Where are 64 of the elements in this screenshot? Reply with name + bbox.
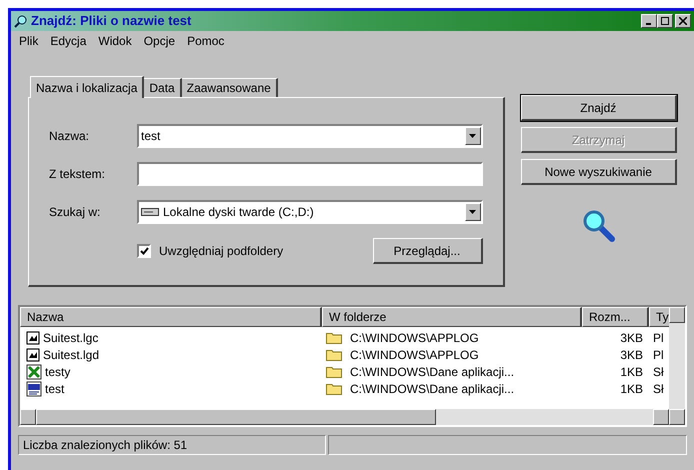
dropdown-button[interactable] (464, 127, 480, 145)
drive-icon (141, 207, 159, 217)
table-cell: Sł (653, 382, 664, 396)
spreadsheet-icon (26, 364, 42, 380)
column-header[interactable]: W folderze (322, 307, 582, 327)
horizontal-scrollbar[interactable] (20, 409, 669, 425)
action-button[interactable]: Znajdź (520, 95, 677, 121)
table-cell: Pl (653, 330, 664, 344)
menu-item[interactable]: Edycja (50, 32, 86, 50)
maximize-icon (661, 17, 669, 25)
location-value: Lokalne dyski twarde (C:,D:) (163, 204, 314, 221)
caret-icon (469, 210, 476, 214)
checkbox-label: Uwzględniaj podfoldery (159, 243, 284, 260)
tab[interactable]: Zaawansowane (182, 78, 278, 97)
menu-item[interactable]: Plik (19, 32, 38, 50)
browse-button[interactable]: Przeglądaj... (372, 238, 482, 264)
table-cell-text: 3KB (620, 330, 643, 346)
table-cell-text: C:\WINDOWS\APPLOG (350, 330, 479, 346)
action-button[interactable]: Nowe wyszukiwanie (520, 159, 677, 185)
folder-icon (326, 382, 342, 395)
find-icon (14, 14, 28, 28)
file-icon (26, 330, 40, 344)
table-cell-text: C:\WINDOWS\APPLOG (350, 346, 479, 364)
status-bar: Liczba znalezionych plików: 51 (18, 435, 326, 455)
vertical-scrollbar[interactable] (669, 307, 685, 425)
close-icon (679, 17, 687, 25)
table-cell-text: 1KB (620, 380, 643, 398)
table-cell-text: Suitest.lgc (43, 330, 98, 346)
location-combobox[interactable]: Lokalne dyski twarde (C:,D:) (137, 200, 482, 224)
folder-icon (326, 365, 342, 378)
window-title: Znajdź: Pliki o nazwie test (31, 12, 192, 30)
field-label: Szukaj w: (49, 204, 102, 221)
minimize-button[interactable] (641, 14, 657, 28)
text-field[interactable] (137, 162, 482, 186)
folder-icon (326, 331, 342, 344)
name-combobox[interactable]: test (137, 124, 482, 148)
table-cell-text: C:\WINDOWS\Dane aplikacji... (350, 364, 514, 380)
column-header[interactable]: Nazwa (20, 307, 322, 327)
close-button[interactable] (675, 14, 691, 28)
table-cell-text: Suitest.lgd (43, 346, 100, 364)
file-icon (26, 348, 40, 362)
dropdown-button[interactable] (464, 203, 480, 221)
table-cell: Pl (653, 348, 664, 362)
table-cell-text: test (45, 380, 64, 398)
table-cell-text: C:\WINDOWS\Dane aplikacji... (350, 380, 514, 398)
table-cell-text: 1KB (620, 364, 643, 380)
checkbox[interactable] (137, 244, 151, 258)
maximize-button[interactable] (657, 14, 673, 28)
menu-item[interactable]: Widok (98, 32, 132, 50)
menu-item[interactable]: Opcje (144, 32, 176, 50)
field-label: Nazwa: (49, 128, 90, 145)
folder-icon (326, 348, 342, 361)
document-icon (26, 380, 42, 396)
table-cell-text: testy (45, 364, 70, 380)
table-cell-text: 3KB (620, 346, 643, 364)
table-cell: Sł (653, 364, 664, 378)
column-header[interactable]: Rozm... (582, 307, 649, 327)
search-icon (582, 209, 616, 243)
field-label: Z tekstem: (49, 166, 106, 183)
menu-item[interactable]: Pomoc (187, 32, 224, 50)
tab[interactable]: Nazwa i lokalizacja (30, 76, 144, 98)
tab[interactable]: Data (144, 78, 182, 97)
caret-icon (469, 134, 476, 138)
column-header[interactable]: Ty (649, 307, 669, 327)
